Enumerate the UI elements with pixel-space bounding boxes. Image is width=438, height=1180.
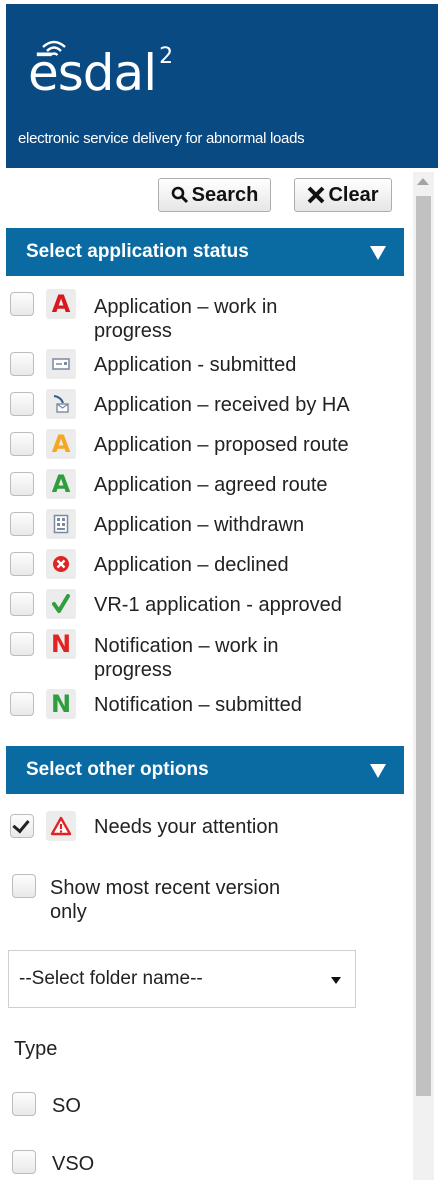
- clear-button-label: Clear: [328, 183, 379, 206]
- status-label-app-withdrawn: Application – withdrawn: [94, 514, 305, 536]
- status-checkbox-vr1-approved[interactable]: [10, 592, 34, 616]
- status-checkbox-app-agreed[interactable]: [10, 472, 34, 496]
- wifi-icon: [42, 40, 66, 56]
- close-icon: [308, 186, 325, 204]
- status-label-notif-submitted: Notification – submitted: [94, 694, 302, 716]
- chevron-down-icon: [331, 977, 341, 984]
- status-section-header[interactable]: Select application status: [6, 228, 404, 276]
- status-checkbox-app-declined[interactable]: [10, 552, 34, 576]
- document-icon: [46, 349, 76, 379]
- red-N-icon: N: [46, 629, 76, 659]
- folder-select-value: --Select folder name--: [19, 968, 203, 989]
- search-button[interactable]: Search: [158, 178, 271, 212]
- envelope-received-icon: [46, 389, 76, 419]
- caret-down-icon: [370, 246, 386, 260]
- status-label-app-proposed: Application – proposed route: [94, 434, 349, 456]
- type-label-vso: VSO: [52, 1153, 95, 1175]
- status-label-notif-wip: Notification – work in progress: [94, 635, 279, 681]
- withdrawn-doc-icon: [46, 509, 76, 539]
- status-label-app-declined: Application – declined: [94, 554, 289, 576]
- clear-button[interactable]: Clear: [294, 178, 392, 212]
- orange-A-icon: A: [46, 429, 76, 459]
- recent-version-checkbox[interactable]: [12, 874, 36, 898]
- recent-version-label: Show most recent version only: [50, 877, 281, 923]
- status-label-vr1-approved: VR-1 application - approved: [94, 594, 342, 616]
- esdal-logo: ēsdal 2: [28, 40, 173, 98]
- type-label: Type: [14, 1038, 58, 1060]
- status-checkbox-app-submitted[interactable]: [10, 352, 34, 376]
- caret-down-icon: [370, 764, 386, 778]
- red-A-icon: A: [46, 289, 76, 319]
- status-label-app-wip: Application – work in progress: [94, 296, 278, 342]
- status-checkbox-app-proposed[interactable]: [10, 432, 34, 456]
- declined-x-icon: [46, 549, 76, 579]
- warning-icon: [46, 811, 76, 841]
- other-options-section-header[interactable]: Select other options: [6, 746, 404, 794]
- status-checkbox-app-wip[interactable]: [10, 292, 34, 316]
- green-N-icon: N: [46, 689, 76, 719]
- green-check-icon: [46, 589, 76, 619]
- search-button-label: Search: [191, 183, 259, 206]
- folder-select[interactable]: --Select folder name--: [8, 950, 356, 1008]
- logo-superscript: 2: [159, 44, 173, 69]
- other-options-title: Select other options: [26, 759, 209, 780]
- status-checkbox-app-withdrawn[interactable]: [10, 512, 34, 536]
- status-label-app-agreed: Application – agreed route: [94, 474, 328, 496]
- scrollbar-thumb[interactable]: [416, 196, 431, 1096]
- status-label-app-submitted: Application - submitted: [94, 354, 297, 376]
- status-checkbox-notif-wip[interactable]: [10, 632, 34, 656]
- type-label-so: SO: [52, 1095, 81, 1117]
- attention-label: Needs your attention: [94, 816, 279, 838]
- status-section-title: Select application status: [26, 241, 249, 262]
- app-header: ēsdal 2 electronic service delivery for …: [6, 4, 438, 168]
- tagline: electronic service delivery for abnormal…: [18, 130, 305, 147]
- type-checkbox-vso[interactable]: [12, 1150, 36, 1174]
- status-checkbox-app-received[interactable]: [10, 392, 34, 416]
- status-label-app-received: Application – received by HA: [94, 394, 350, 416]
- status-checkbox-notif-submitted[interactable]: [10, 692, 34, 716]
- scroll-up-arrow[interactable]: [417, 178, 429, 185]
- search-icon: [171, 186, 188, 204]
- green-A-icon: A: [46, 469, 76, 499]
- attention-checkbox[interactable]: [10, 814, 34, 838]
- type-checkbox-so[interactable]: [12, 1092, 36, 1116]
